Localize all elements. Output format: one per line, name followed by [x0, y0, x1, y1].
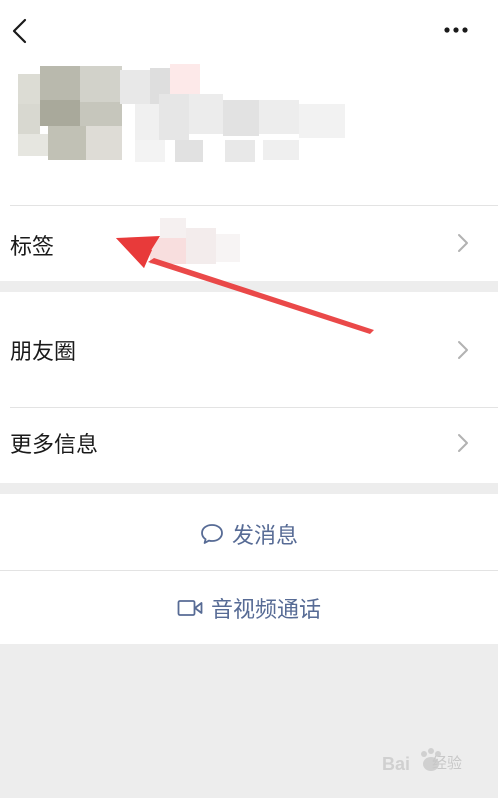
divider: [10, 205, 498, 206]
back-button[interactable]: [8, 16, 32, 46]
watermark-text: 经验: [432, 754, 463, 772]
moments-label: 朋友圈: [10, 340, 77, 365]
chevron-right-icon: [458, 234, 468, 252]
more-dots-icon: [444, 27, 468, 33]
video-call-button[interactable]: 音视频通话: [0, 592, 498, 624]
contact-profile-page: 标签 朋友圈 更多信息 发消息 音视频通话 Bai 经验: [0, 0, 498, 798]
tag-label: 标签: [10, 235, 55, 260]
video-call-row[interactable]: 音视频通话: [0, 570, 498, 644]
chat-bubble-icon: [201, 524, 223, 544]
tag-value-blurred: [150, 218, 240, 264]
more-info-label: 更多信息: [10, 433, 99, 458]
more-options-button[interactable]: [440, 18, 474, 42]
send-message-label: 发消息: [231, 524, 298, 549]
svg-text:Bai: Bai: [382, 754, 410, 774]
back-chevron-icon: [12, 18, 27, 44]
video-call-label: 音视频通话: [210, 598, 321, 623]
more-info-row[interactable]: 更多信息: [0, 407, 498, 483]
tag-row[interactable]: 标签: [0, 205, 498, 281]
divider: [10, 407, 498, 408]
avatar[interactable]: [18, 66, 122, 160]
send-message-row[interactable]: 发消息: [0, 494, 498, 570]
video-camera-icon: [177, 600, 203, 616]
profile-header: [0, 0, 498, 205]
moments-row[interactable]: 朋友圈: [0, 292, 498, 407]
divider: [0, 570, 498, 571]
wechat-id-blurred: [135, 94, 345, 162]
chevron-right-icon: [458, 434, 468, 452]
chevron-right-icon: [458, 341, 468, 359]
send-message-button[interactable]: 发消息: [0, 518, 498, 550]
